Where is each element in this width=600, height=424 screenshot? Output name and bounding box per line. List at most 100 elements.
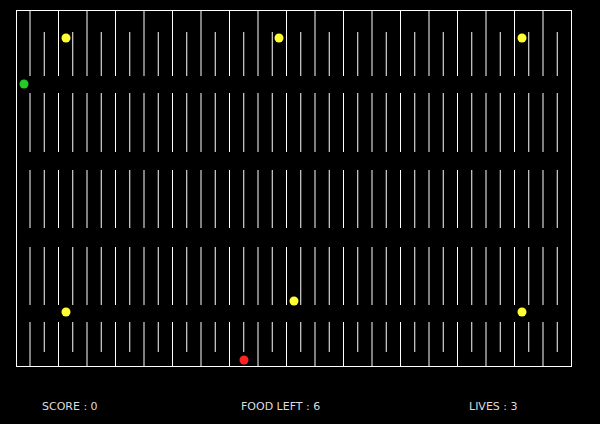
maze-wall bbox=[300, 32, 301, 76]
maze-wall bbox=[557, 170, 558, 228]
maze-wall bbox=[243, 170, 244, 228]
maze-wall bbox=[400, 93, 401, 152]
maze-wall bbox=[300, 170, 301, 228]
maze-wall bbox=[115, 10, 116, 76]
maze-wall bbox=[543, 170, 544, 228]
maze-wall bbox=[386, 32, 387, 76]
food-dot bbox=[290, 297, 299, 306]
maze-wall bbox=[372, 247, 373, 305]
enemy-dot bbox=[240, 356, 249, 365]
maze-wall bbox=[414, 247, 415, 305]
maze-wall bbox=[258, 10, 259, 76]
maze-wall bbox=[72, 32, 73, 76]
maze-wall bbox=[58, 170, 59, 228]
maze-wall bbox=[87, 247, 88, 305]
maze-wall bbox=[44, 93, 45, 152]
maze-wall bbox=[429, 93, 430, 152]
maze-wall bbox=[528, 32, 529, 76]
maze-wall bbox=[115, 322, 116, 366]
maze-wall bbox=[457, 322, 458, 366]
maze-wall bbox=[343, 10, 344, 76]
maze-wall bbox=[414, 322, 415, 352]
player-dot[interactable] bbox=[20, 80, 29, 89]
maze-wall bbox=[87, 170, 88, 228]
maze-wall bbox=[357, 170, 358, 228]
maze-wall bbox=[258, 93, 259, 152]
maze-wall bbox=[514, 322, 515, 366]
maze-wall bbox=[372, 170, 373, 228]
maze-wall bbox=[486, 247, 487, 305]
status-text: SCORE : 0 bbox=[42, 400, 241, 414]
maze-wall bbox=[315, 10, 316, 76]
maze-wall bbox=[129, 93, 130, 152]
maze-wall bbox=[172, 247, 173, 305]
maze-wall bbox=[87, 10, 88, 76]
maze-wall bbox=[414, 170, 415, 228]
maze-wall bbox=[58, 322, 59, 366]
maze-wall bbox=[243, 32, 244, 76]
maze-wall bbox=[357, 32, 358, 76]
maze-wall bbox=[471, 322, 472, 352]
maze-wall bbox=[72, 93, 73, 152]
maze-wall bbox=[457, 93, 458, 152]
maze-wall bbox=[286, 170, 287, 228]
maze-wall bbox=[528, 322, 529, 352]
status-text: LIVES : 3 bbox=[469, 400, 600, 414]
maze-wall bbox=[443, 247, 444, 305]
maze-wall bbox=[514, 93, 515, 152]
maze-wall bbox=[457, 10, 458, 76]
maze-wall bbox=[372, 10, 373, 76]
maze-wall bbox=[186, 322, 187, 352]
maze-wall bbox=[343, 93, 344, 152]
maze-wall bbox=[315, 170, 316, 228]
maze-wall bbox=[286, 322, 287, 366]
maze-wall bbox=[315, 247, 316, 305]
maze-wall bbox=[372, 322, 373, 366]
maze-wall bbox=[329, 247, 330, 305]
maze-wall bbox=[129, 322, 130, 352]
maze-wall bbox=[229, 247, 230, 305]
maze-wall bbox=[144, 247, 145, 305]
maze-wall bbox=[172, 93, 173, 152]
maze-wall bbox=[186, 32, 187, 76]
maze-wall bbox=[357, 93, 358, 152]
maze-wall bbox=[87, 322, 88, 366]
maze-wall bbox=[58, 93, 59, 152]
maze-wall bbox=[201, 10, 202, 76]
maze-wall bbox=[400, 10, 401, 76]
maze-wall bbox=[315, 322, 316, 366]
maze-wall bbox=[201, 93, 202, 152]
maze-wall bbox=[115, 170, 116, 228]
maze-wall bbox=[429, 322, 430, 366]
maze-wall bbox=[486, 170, 487, 228]
maze-wall bbox=[514, 247, 515, 305]
maze-wall bbox=[229, 170, 230, 228]
maze-wall bbox=[486, 10, 487, 76]
maze-wall bbox=[158, 93, 159, 152]
maze-wall bbox=[30, 170, 31, 228]
maze-wall bbox=[528, 247, 529, 305]
maze-wall bbox=[500, 247, 501, 305]
maze-wall bbox=[528, 170, 529, 228]
status-text: FOOD LEFT : 6 bbox=[241, 400, 469, 414]
maze-wall bbox=[158, 247, 159, 305]
maze-wall bbox=[229, 322, 230, 366]
maze-wall bbox=[286, 10, 287, 76]
maze-wall bbox=[258, 170, 259, 228]
maze-wall bbox=[386, 93, 387, 152]
food-dot bbox=[62, 308, 71, 317]
maze-wall bbox=[486, 322, 487, 366]
food-dot bbox=[518, 308, 527, 317]
maze-wall bbox=[215, 93, 216, 152]
maze-wall bbox=[243, 247, 244, 305]
maze-wall bbox=[101, 93, 102, 152]
maze-wall bbox=[115, 93, 116, 152]
maze-wall bbox=[272, 322, 273, 352]
maze-wall bbox=[129, 247, 130, 305]
maze-wall bbox=[543, 93, 544, 152]
maze-wall bbox=[44, 32, 45, 76]
maze-wall bbox=[543, 10, 544, 76]
maze-wall bbox=[129, 170, 130, 228]
maze-wall bbox=[386, 247, 387, 305]
maze-wall bbox=[129, 32, 130, 76]
